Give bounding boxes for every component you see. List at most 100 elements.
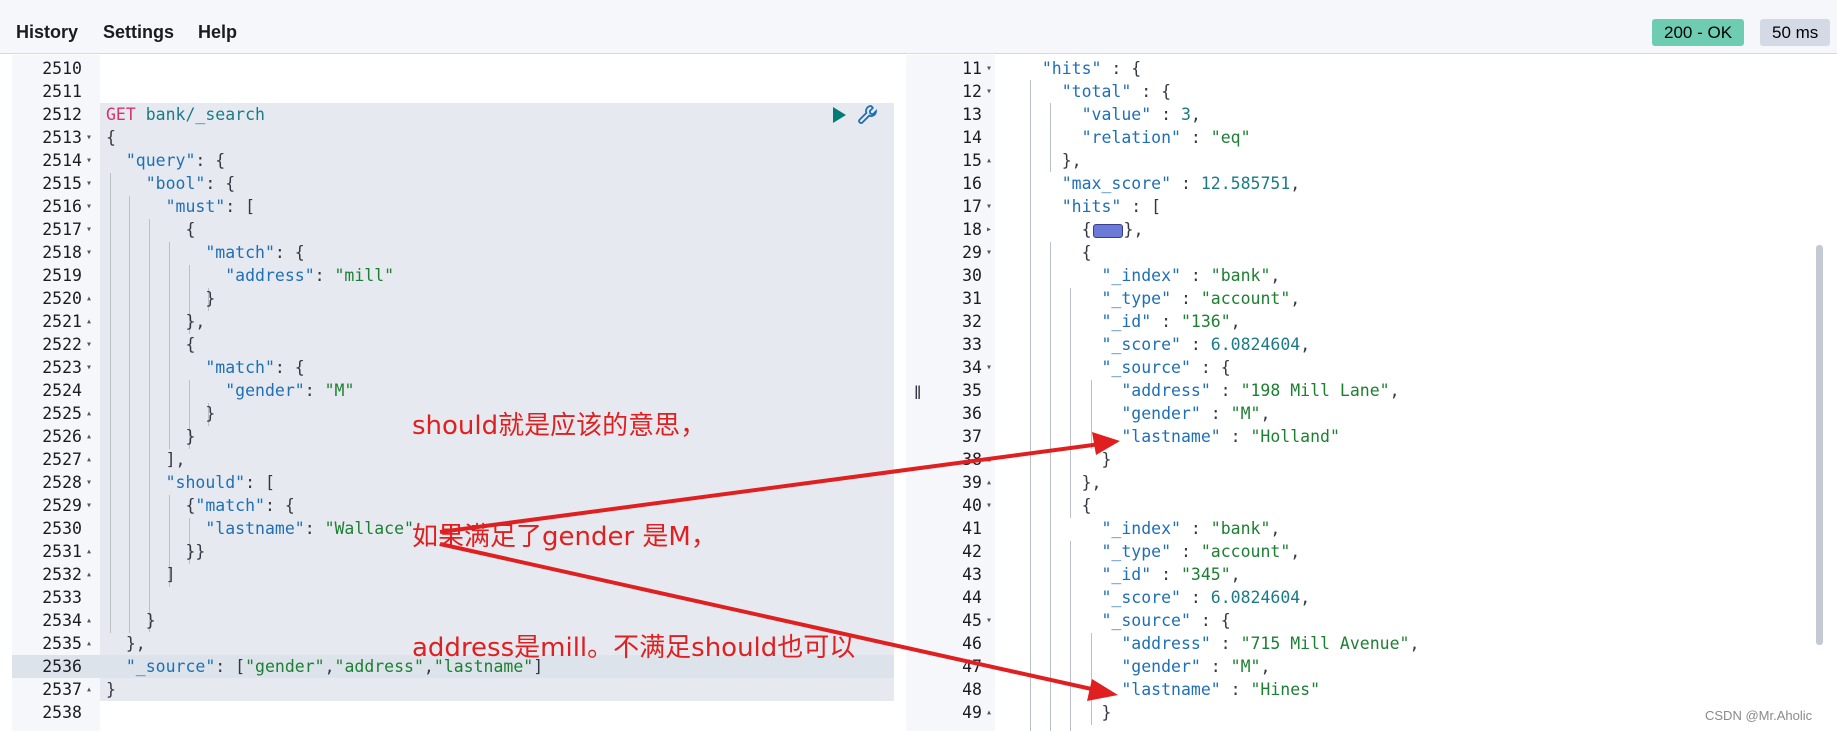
code-token: "match" [195, 496, 265, 515]
fold-open-icon[interactable]: ▾ [86, 195, 92, 218]
code-text: "gender" : "M", [1022, 655, 1270, 678]
code-token: "Holland" [1250, 427, 1340, 446]
fold-close-icon[interactable]: ▴ [986, 448, 992, 471]
code-text: "match": { [106, 241, 305, 264]
code-text: "hits" : { [1022, 57, 1141, 80]
fold-collapsed-icon[interactable]: ▸ [986, 218, 992, 241]
code-text: "_index" : "bank", [1022, 264, 1280, 287]
fold-open-icon[interactable]: ▾ [86, 218, 92, 241]
code-token: "mill" [334, 266, 395, 285]
line-number: 2514 [42, 151, 82, 170]
annotation-line: should就是应该的意思， [412, 411, 707, 441]
code-token: ] [106, 565, 176, 584]
fold-open-icon[interactable]: ▾ [986, 57, 992, 80]
line-number: 38 [962, 450, 982, 469]
code-token: : [1180, 266, 1211, 285]
line-number: 18 [962, 220, 982, 239]
code-token: "lastname" [1121, 427, 1221, 446]
code-token: "_type" [1101, 289, 1172, 308]
fold-open-icon[interactable]: ▾ [86, 241, 92, 264]
fold-close-icon[interactable]: ▴ [986, 471, 992, 494]
code-token: : [ [225, 197, 256, 216]
fold-open-icon[interactable]: ▾ [986, 80, 992, 103]
fold-open-icon[interactable]: ▾ [86, 356, 92, 379]
fold-open-icon[interactable]: ▾ [86, 333, 92, 356]
fold-close-icon[interactable]: ▴ [86, 563, 92, 586]
fold-open-icon[interactable]: ▾ [986, 356, 992, 379]
code-token: } [1022, 450, 1112, 469]
code-token: "_id" [1101, 565, 1152, 584]
code-token: "query" [125, 151, 196, 170]
menu-help[interactable]: Help [198, 22, 237, 43]
fold-close-icon[interactable]: ▴ [86, 448, 92, 471]
code-text: "query": { [106, 149, 225, 172]
code-token: "345" [1180, 565, 1231, 584]
fold-close-icon[interactable]: ▴ [86, 632, 92, 655]
code-token: "715 Mill Avenue" [1240, 634, 1410, 653]
code-text: "lastname": "Wallace" [106, 517, 414, 540]
menu-history[interactable]: History [16, 22, 78, 43]
fold-close-icon[interactable]: ▴ [86, 609, 92, 632]
fold-open-icon[interactable]: ▾ [986, 494, 992, 517]
fold-open-icon[interactable]: ▾ [86, 149, 92, 172]
line-number: 2530 [42, 519, 82, 538]
code-text: "value" : 3, [1022, 103, 1201, 126]
code-token: : { [205, 174, 236, 193]
line-number: 2510 [42, 59, 82, 78]
code-text: }, [106, 310, 205, 333]
fold-close-icon[interactable]: ▴ [986, 701, 992, 724]
line-number: 2513 [42, 128, 82, 147]
fold-close-icon[interactable]: ▴ [86, 425, 92, 448]
fold-close-icon[interactable]: ▴ [86, 540, 92, 563]
code-token: , [1190, 105, 1201, 124]
line-number: 2528 [42, 473, 82, 492]
fold-open-icon[interactable]: ▾ [986, 609, 992, 632]
code-token: : { [1190, 611, 1231, 630]
fold-open-icon[interactable]: ▾ [86, 172, 92, 195]
code-token: : [ [215, 657, 246, 676]
fold-open-icon[interactable]: ▾ [86, 471, 92, 494]
response-viewer[interactable]: 11 ▾ "hits" : {12 ▾ "total" : {13 "value" … [930, 55, 1837, 731]
fold-close-icon[interactable]: ▴ [86, 678, 92, 701]
code-token: : [1171, 289, 1201, 308]
code-token: : { [1101, 59, 1142, 78]
code-token: , [1270, 266, 1281, 285]
fold-open-icon[interactable]: ▾ [986, 195, 992, 218]
resize-handle-icon[interactable]: ‖ [914, 383, 921, 404]
fold-close-icon[interactable]: ▴ [986, 149, 992, 172]
collapsed-block-icon[interactable] [1092, 223, 1123, 238]
wrench-icon[interactable] [856, 103, 880, 127]
code-text: "address" : "715 Mill Avenue", [1022, 632, 1419, 655]
code-token: "136" [1180, 312, 1231, 331]
code-token: "address" [1121, 381, 1211, 400]
response-scrollbar[interactable] [1816, 245, 1823, 645]
menu-settings[interactable]: Settings [103, 22, 174, 43]
fold-close-icon[interactable]: ▴ [86, 287, 92, 310]
fold-open-icon[interactable]: ▾ [86, 494, 92, 517]
fold-close-icon[interactable]: ▴ [86, 310, 92, 333]
fold-open-icon[interactable]: ▾ [986, 241, 992, 264]
code-token: "hits" [1061, 197, 1122, 216]
code-token: "address" [1121, 634, 1211, 653]
code-token: { [1022, 243, 1092, 262]
run-request-icon[interactable] [833, 107, 846, 123]
code-token: , [324, 657, 335, 676]
line-number: 48 [962, 680, 982, 699]
code-token: : [1180, 519, 1211, 538]
code-token: "total" [1061, 82, 1132, 101]
code-token: }, [1022, 473, 1102, 492]
fold-close-icon[interactable]: ▴ [86, 402, 92, 425]
code-token: : { [274, 243, 305, 262]
fold-open-icon[interactable]: ▾ [86, 126, 92, 149]
code-token: "value" [1081, 105, 1152, 124]
code-token: "max_score" [1061, 174, 1172, 193]
code-token: "match" [205, 358, 275, 377]
